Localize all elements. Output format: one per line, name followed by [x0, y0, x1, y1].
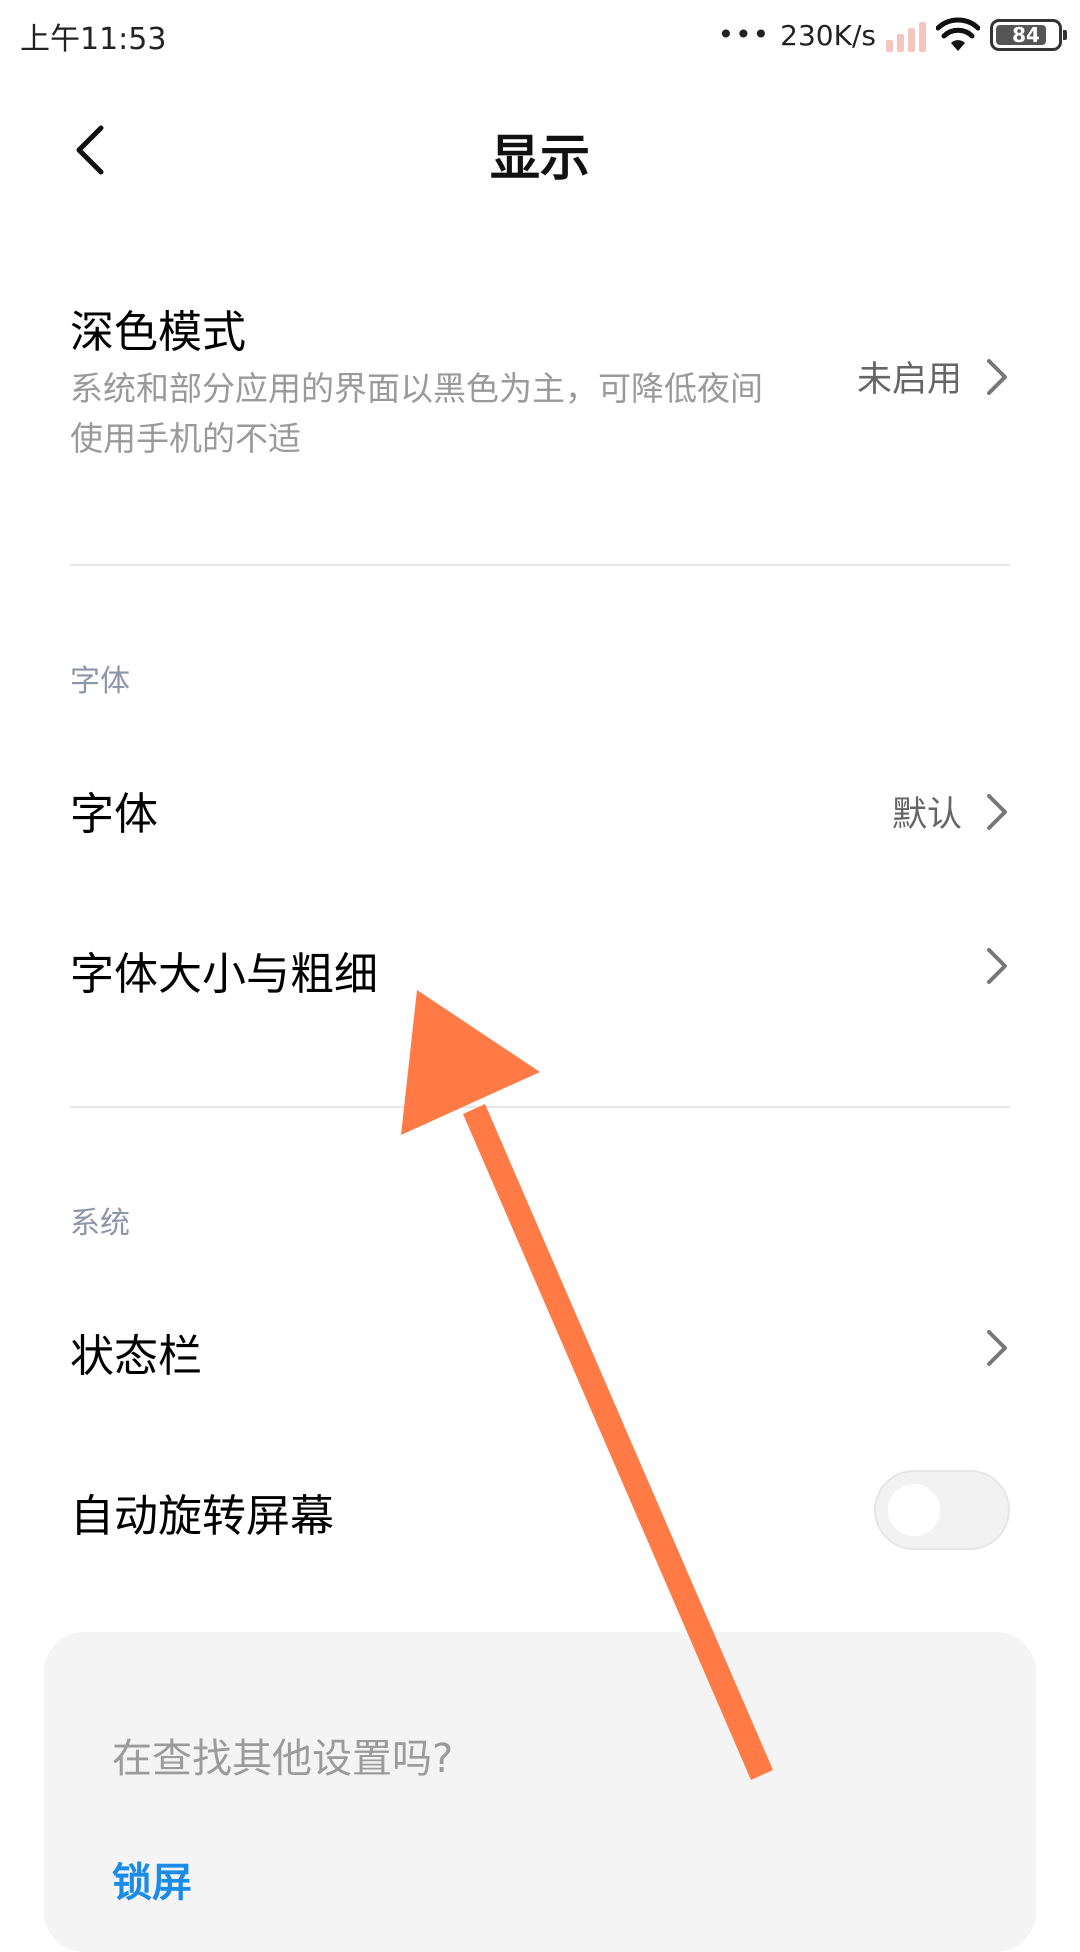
chevron-right-icon — [987, 358, 1007, 395]
dark-mode-description: 系统和部分应用的界面以黑色为主，可降低夜间使用手机的不适 — [70, 369, 763, 458]
wifi-icon — [936, 17, 980, 51]
dark-mode-row[interactable]: 深色模式 系统和部分应用的界面以黑色为主，可降低夜间使用手机的不适 未启用 — [70, 296, 1010, 486]
search-card-title: 在查找其他设置吗? — [112, 1736, 454, 1782]
auto-rotate-row: 自动旋转屏幕 — [70, 1480, 670, 1546]
status-icons: ••• 230K/s 84 — [717, 10, 1067, 60]
divider — [70, 564, 1010, 566]
status-bar: 上午11:53 ••• 230K/s 84 — [0, 0, 1080, 72]
section-header-font: 字体 — [70, 664, 130, 699]
font-size-weight-label: 字体大小与粗细 — [70, 949, 378, 1000]
more-dots-icon: ••• — [717, 18, 771, 51]
annotation-arrow-head — [401, 990, 540, 1135]
chevron-right-icon — [987, 1330, 1007, 1366]
status-bar-row[interactable]: 状态栏 — [70, 1320, 1010, 1386]
font-size-weight-status — [984, 946, 1010, 986]
auto-rotate-label: 自动旋转屏幕 — [70, 1491, 334, 1542]
auto-rotate-toggle[interactable] — [874, 1470, 1010, 1550]
section-header-system: 系统 — [70, 1206, 130, 1241]
network-speed: 230K/s — [780, 18, 876, 52]
divider — [70, 1106, 1010, 1108]
status-time: 上午11:53 — [20, 22, 167, 57]
signal-icon — [886, 18, 926, 52]
status-bar-row-label: 状态栏 — [70, 1331, 202, 1382]
page-title: 显示 — [490, 129, 590, 187]
font-row-status: 默认 — [892, 786, 1010, 837]
font-row-value: 默认 — [891, 795, 962, 835]
font-row[interactable]: 字体 默认 — [70, 778, 1010, 844]
font-size-weight-row[interactable]: 字体大小与粗细 — [70, 938, 1010, 1004]
font-row-label: 字体 — [70, 789, 158, 840]
chevron-right-icon — [987, 948, 1007, 984]
search-suggestion-card: 在查找其他设置吗? 锁屏 — [44, 1632, 1036, 1952]
dark-mode-status: 未启用 — [857, 351, 1010, 402]
chevron-right-icon — [987, 793, 1007, 830]
battery-level: 84 — [1012, 23, 1040, 47]
battery-icon: 84 — [990, 19, 1067, 51]
dark-mode-value: 未启用 — [856, 360, 962, 400]
status-bar-row-status — [984, 1328, 1010, 1368]
toggle-knob — [888, 1484, 940, 1536]
lock-screen-link[interactable]: 锁屏 — [112, 1850, 192, 1908]
